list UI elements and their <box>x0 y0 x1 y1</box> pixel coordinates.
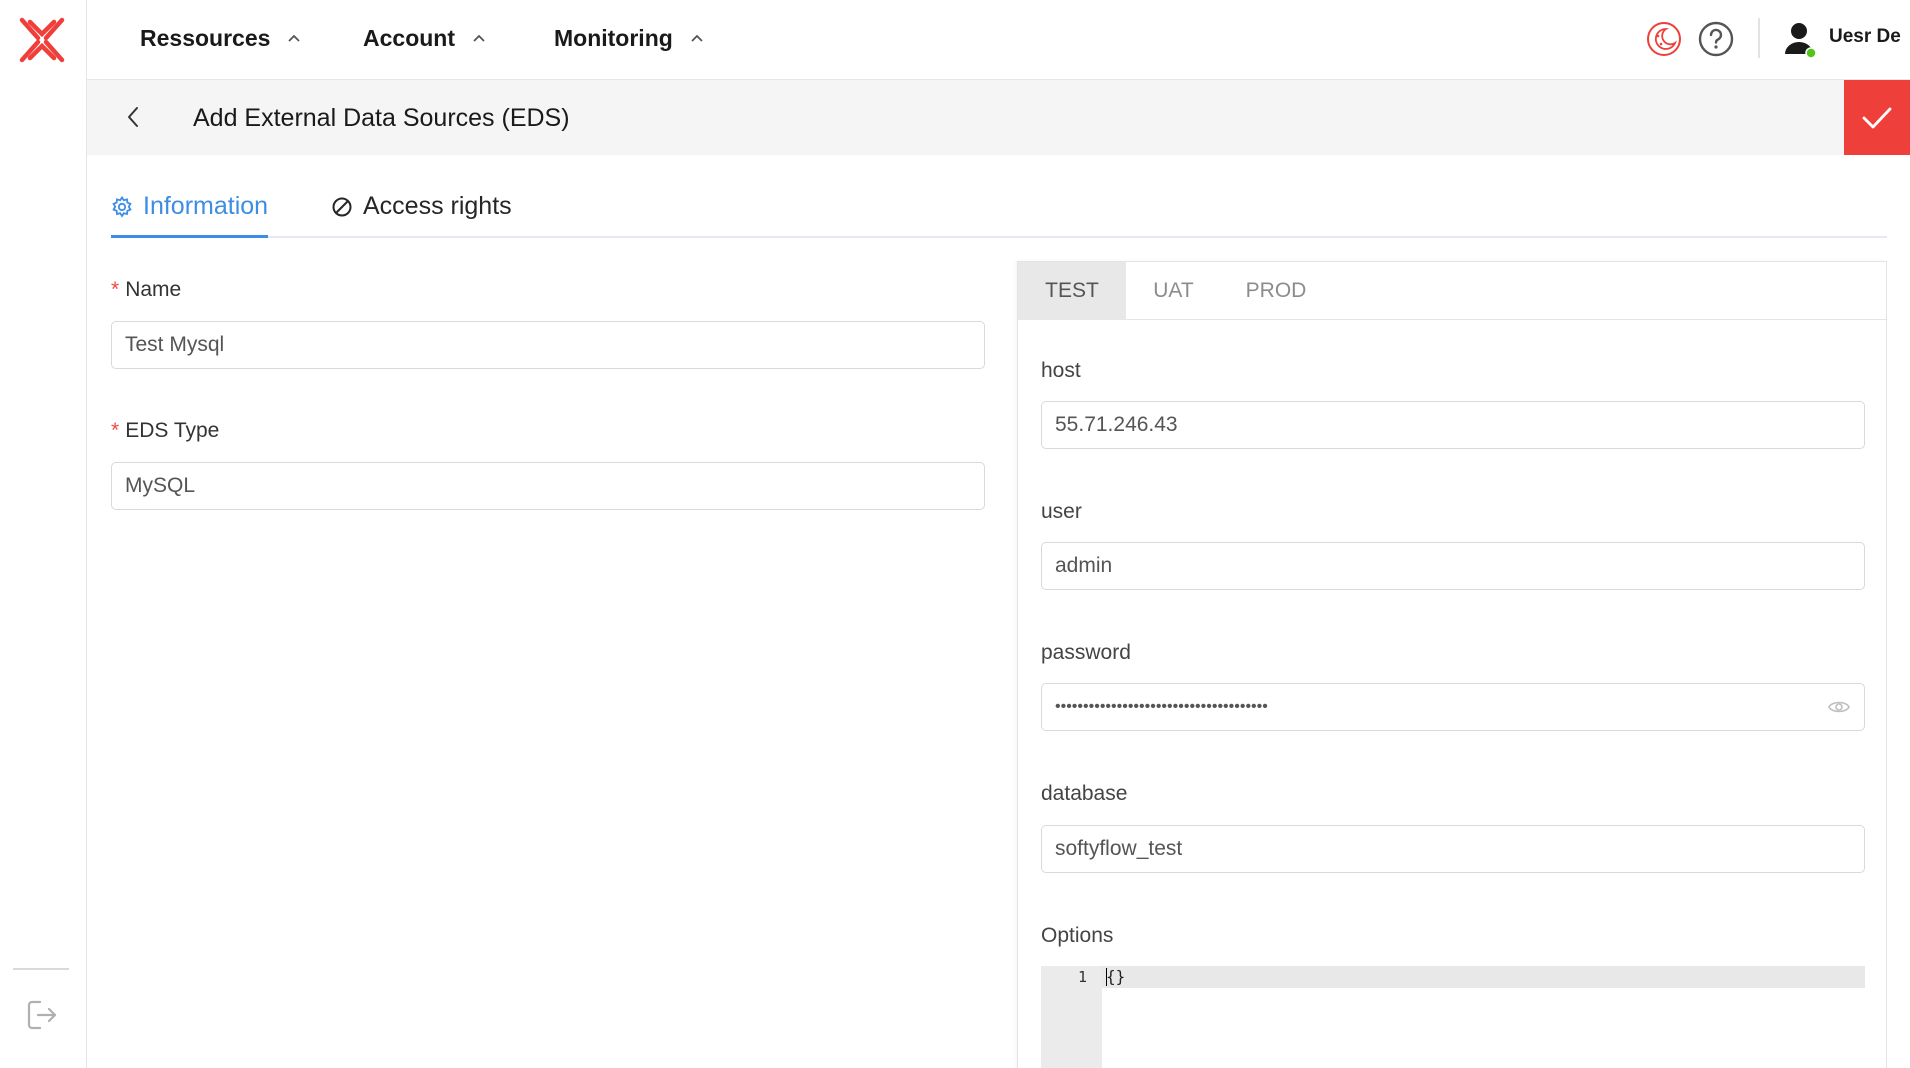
name-label: * Name <box>111 278 181 302</box>
name-input-value: Test Mysql <box>125 333 225 356</box>
environment-tabs: TEST UAT PROD <box>1018 262 1886 320</box>
block-icon <box>332 197 352 217</box>
database-input-value: softyflow_test <box>1055 837 1183 860</box>
password-input-value: •••••••••••••••••••••••••••••••••••••• <box>1055 698 1268 715</box>
host-label: host <box>1041 359 1081 382</box>
sidebar <box>0 0 87 1068</box>
tab-access-rights-label: Access rights <box>363 192 512 220</box>
editor-code[interactable]: {} <box>1106 967 1125 986</box>
nav-monitoring[interactable]: Monitoring <box>554 22 705 54</box>
editor-active-line <box>1102 966 1865 988</box>
logout-icon[interactable] <box>26 998 58 1032</box>
line-number: 1 <box>1077 968 1087 986</box>
password-label: password <box>1041 641 1131 664</box>
host-input-value: 55.71.246.43 <box>1055 413 1178 436</box>
avatar[interactable] <box>1782 20 1820 60</box>
required-mark: * <box>111 419 120 442</box>
environment-panel: TEST UAT PROD host 55.71.246.43 user adm… <box>1017 261 1887 1068</box>
nav-ressources-label: Ressources <box>140 24 271 51</box>
tab-bar: Information Access rights <box>111 190 1887 238</box>
nav-monitoring-label: Monitoring <box>554 24 673 51</box>
name-label-text: Name <box>125 278 182 301</box>
page-title: Add External Data Sources (EDS) <box>193 104 570 132</box>
nav-ressources[interactable]: Ressources <box>140 22 302 54</box>
options-label: Options <box>1041 924 1114 947</box>
page-header: Add External Data Sources (EDS) <box>87 80 1910 155</box>
env-tab-uat[interactable]: UAT <box>1126 262 1221 320</box>
logo-icon[interactable] <box>18 16 66 64</box>
eds-type-label-text: EDS Type <box>125 419 220 442</box>
top-bar: Ressources Account Monitoring Uesr De <box>87 0 1910 80</box>
user-label: user <box>1041 500 1082 523</box>
chevron-up-icon <box>691 34 703 42</box>
chevron-up-icon <box>288 34 301 42</box>
nav-account-label: Account <box>363 24 455 51</box>
tab-information[interactable]: Information <box>111 192 269 238</box>
eds-type-input[interactable]: MySQL <box>111 462 985 510</box>
env-tab-prod[interactable]: PROD <box>1221 262 1331 320</box>
eds-type-label: * EDS Type <box>111 419 219 443</box>
env-tab-test[interactable]: TEST <box>1018 262 1126 320</box>
chevron-up-icon <box>473 34 485 42</box>
user-input[interactable]: admin <box>1041 542 1865 590</box>
topbar-divider <box>1758 18 1760 58</box>
nav-account[interactable]: Account <box>363 22 487 54</box>
host-input[interactable]: 55.71.246.43 <box>1041 401 1865 449</box>
required-mark: * <box>111 278 120 301</box>
database-label: database <box>1041 782 1128 805</box>
user-input-value: admin <box>1055 554 1113 577</box>
moon-icon[interactable] <box>1645 20 1683 58</box>
password-input[interactable]: •••••••••••••••••••••••••••••••••••••• <box>1041 683 1865 731</box>
back-arrow-icon[interactable] <box>119 102 149 132</box>
sidebar-divider <box>13 968 69 970</box>
username[interactable]: Uesr De <box>1829 26 1901 48</box>
tab-access-rights[interactable]: Access rights <box>331 192 512 238</box>
eds-type-input-value: MySQL <box>125 474 196 497</box>
help-icon[interactable] <box>1697 20 1735 58</box>
name-input[interactable]: Test Mysql <box>111 321 985 369</box>
eye-icon[interactable] <box>1828 698 1850 716</box>
database-input[interactable]: softyflow_test <box>1041 825 1865 873</box>
options-code-editor[interactable]: 1 {} <box>1041 966 1865 1068</box>
tab-information-label: Information <box>143 192 269 220</box>
editor-gutter: 1 <box>1041 966 1102 1068</box>
save-button[interactable] <box>1844 80 1910 155</box>
gear-icon <box>112 196 132 218</box>
check-icon <box>1862 107 1892 128</box>
